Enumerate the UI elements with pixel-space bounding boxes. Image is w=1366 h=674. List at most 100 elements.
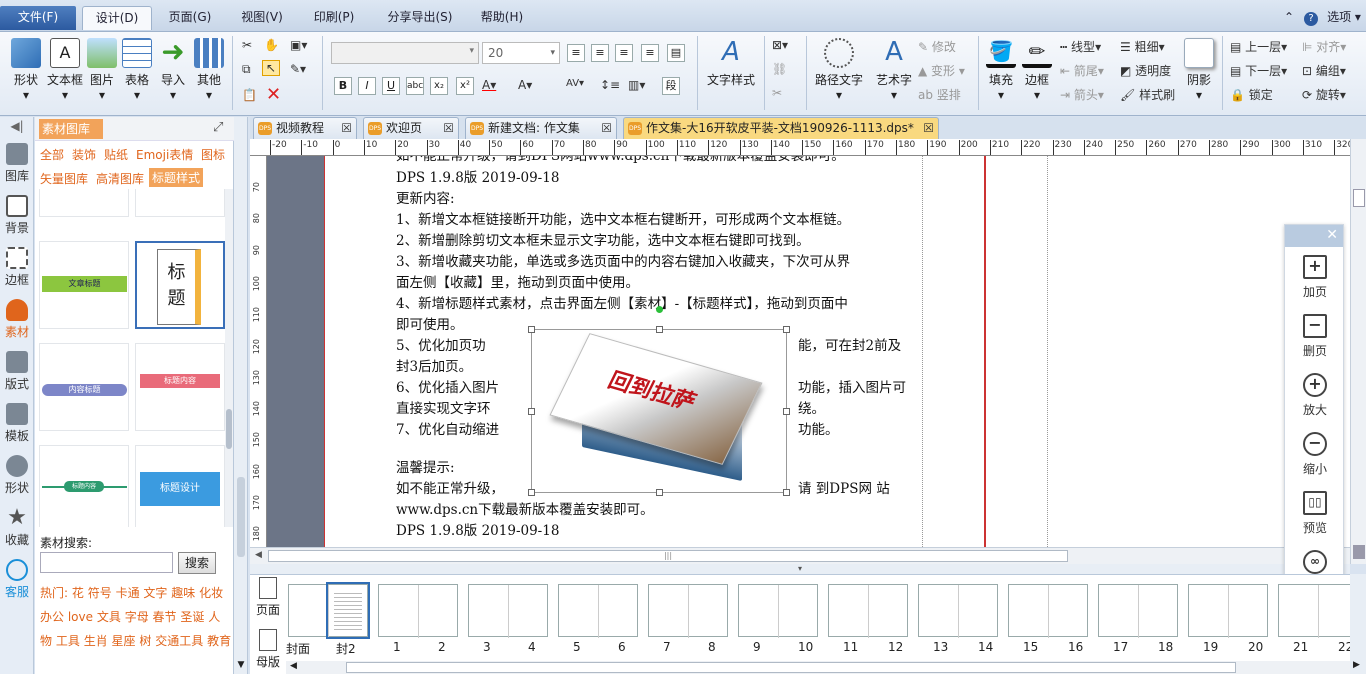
format-paint-icon[interactable]: ✎▾ [290, 62, 306, 76]
page-number-label[interactable]: 17 [1113, 640, 1128, 654]
fill-button[interactable]: 🪣 填充 ▾ [984, 38, 1018, 102]
material-card[interactable]: 标题内容 [135, 343, 225, 431]
hot-tag[interactable]: 办公 [40, 610, 64, 624]
spread-thumbnail[interactable] [1278, 584, 1358, 638]
hot-tag[interactable]: 趣味 [171, 586, 195, 600]
thickness-button[interactable]: ☰ 粗细▾ [1120, 38, 1165, 55]
zoom-out-button[interactable]: − 缩小 [1285, 432, 1345, 477]
spread-thumbnail[interactable] [648, 584, 728, 638]
font-color-icon[interactable]: A▾ [482, 78, 496, 92]
page-number-label[interactable]: 11 [843, 640, 858, 654]
menu-view[interactable]: 视图(V) [230, 6, 294, 30]
sidebar-item-background[interactable]: 背景 [0, 195, 34, 236]
page-number-label[interactable]: 18 [1158, 640, 1173, 654]
tag-emoji[interactable]: Emoji表情 [136, 146, 193, 163]
spread-thumbnail[interactable] [1188, 584, 1268, 638]
spread-thumbnail[interactable] [558, 584, 638, 638]
art-text-button[interactable]: A 艺术字 ▾ [872, 38, 916, 102]
border-button[interactable]: ✏ 边框 ▾ [1020, 38, 1054, 102]
font-size-select[interactable]: 20 ▾ [482, 42, 560, 64]
tab-active-document[interactable]: DPS 作文集-大16开软皮平装-文档190926-1113.dps* ☒ [623, 117, 939, 139]
image-button[interactable]: 图片 ▾ [86, 38, 118, 102]
sidebar-item-gallery[interactable]: 图库 [0, 143, 34, 184]
spread-thumbnail[interactable] [828, 584, 908, 638]
page-number-label[interactable]: 14 [978, 640, 993, 654]
sidebar-item-shape[interactable]: 形状 [0, 455, 34, 496]
hot-tag[interactable]: 星座 [112, 634, 136, 648]
page-number-label[interactable]: 6 [618, 640, 626, 654]
hand-icon[interactable]: ✋ [264, 38, 279, 52]
zoom-in-button[interactable]: + 放大 [1285, 373, 1345, 418]
spread-thumbnail[interactable] [378, 584, 458, 638]
font-scale-icon[interactable]: A▾ [518, 78, 532, 92]
textbox-button[interactable]: A 文本框 ▾ [46, 38, 84, 102]
textbox-link-icon[interactable]: ⊠▾ [772, 38, 788, 52]
hot-tag[interactable]: 春节 [153, 610, 177, 624]
spread-thumbnail[interactable] [918, 584, 998, 638]
close-tab-icon[interactable]: ☒ [923, 118, 934, 139]
italic-icon[interactable]: I [358, 77, 376, 95]
columns-icon[interactable]: ▥▾ [628, 78, 645, 92]
spread-thumbnail[interactable] [738, 584, 818, 638]
page-number-label[interactable]: 3 [483, 640, 491, 654]
menu-page[interactable]: 页面(G) [158, 6, 222, 30]
selected-page-thumbnail[interactable] [326, 582, 370, 639]
hot-tag[interactable]: 工具 [56, 634, 80, 648]
paragraph-icon[interactable]: 段 [662, 77, 680, 95]
font-family-select[interactable]: ▾ [331, 42, 479, 64]
underline-icon[interactable]: U [382, 77, 400, 95]
group-button[interactable]: ⊡ 编组▾ [1302, 62, 1346, 79]
page-number-label[interactable]: 5 [573, 640, 581, 654]
text-style-button[interactable]: A 文字样式 [704, 38, 758, 88]
delete-page-button[interactable]: − 删页 [1285, 314, 1345, 359]
page-number-label[interactable]: 21 [1293, 640, 1308, 654]
shadow-button[interactable]: 阴影 ▾ [1182, 38, 1216, 102]
material-card[interactable]: 内容标题 [39, 343, 129, 431]
page-number-label[interactable]: 9 [753, 640, 761, 654]
hot-tag[interactable]: 字母 [125, 610, 149, 624]
close-tab-icon[interactable]: ☒ [443, 118, 454, 139]
material-card[interactable]: 标题内容 [39, 445, 129, 527]
vertical-scrollbar[interactable] [1350, 139, 1366, 564]
line-spacing-icon[interactable]: ↕≡ [600, 78, 620, 92]
cut-icon[interactable]: ✂ [242, 38, 252, 52]
copy-icon[interactable]: ⧉ [242, 62, 251, 77]
path-text-button[interactable]: 路径文字 ▾ [812, 38, 866, 102]
options-button[interactable]: 选项 ▾ [1322, 6, 1366, 30]
close-panel-icon[interactable]: ✕ [1326, 227, 1338, 243]
line-type-button[interactable]: ┅ 线型▾ [1060, 38, 1101, 55]
panel-splitter[interactable] [234, 117, 248, 674]
page-number-label[interactable]: 4 [528, 640, 536, 654]
page-number-label[interactable]: 1 [393, 640, 401, 654]
bold-icon[interactable]: B [334, 77, 352, 95]
master-mode-button[interactable]: 母版 [254, 629, 282, 670]
strikethrough-icon[interactable]: abc [406, 77, 424, 95]
rotate-handle[interactable] [656, 306, 663, 313]
delete-icon[interactable]: ✕ [266, 84, 281, 105]
material-card[interactable]: 标题设计 [135, 445, 225, 527]
table-button[interactable]: 表格 ▾ [120, 38, 154, 102]
preview-button[interactable]: ▯▯ 预览 [1285, 491, 1345, 536]
page-number-label[interactable]: 13 [933, 640, 948, 654]
distribute-icon[interactable]: ▤ [667, 44, 685, 62]
subscript-icon[interactable]: x₂ [430, 77, 448, 95]
style-brush-button[interactable]: 🖌 样式刷 [1120, 86, 1175, 103]
thumb-scroll-right[interactable]: ▶ [1350, 574, 1366, 674]
tag-title-style[interactable]: 标题样式 [149, 168, 204, 187]
hot-tag[interactable]: love [68, 610, 93, 624]
align-center-icon[interactable]: ≡ [591, 44, 609, 62]
layer-up-button[interactable]: ▤ 上一层▾ [1230, 38, 1287, 55]
close-tab-icon[interactable]: ☒ [341, 118, 352, 139]
panel-scrollbar[interactable] [225, 189, 233, 527]
char-spacing-icon[interactable]: AV▾ [566, 78, 584, 89]
page-number-label[interactable]: 10 [798, 640, 813, 654]
paste-icon[interactable]: 📋 [242, 88, 257, 102]
horizontal-scrollbar[interactable]: ◀ ||| [250, 547, 1350, 564]
page-number-label[interactable]: 16 [1068, 640, 1083, 654]
tag-sticker[interactable]: 贴纸 [104, 146, 128, 163]
material-card[interactable] [39, 189, 129, 217]
material-search-input[interactable] [40, 552, 173, 573]
sidebar-item-layout[interactable]: 版式 [0, 351, 34, 392]
crop-icon[interactable]: ▣▾ [290, 38, 307, 52]
material-card[interactable] [135, 189, 225, 217]
